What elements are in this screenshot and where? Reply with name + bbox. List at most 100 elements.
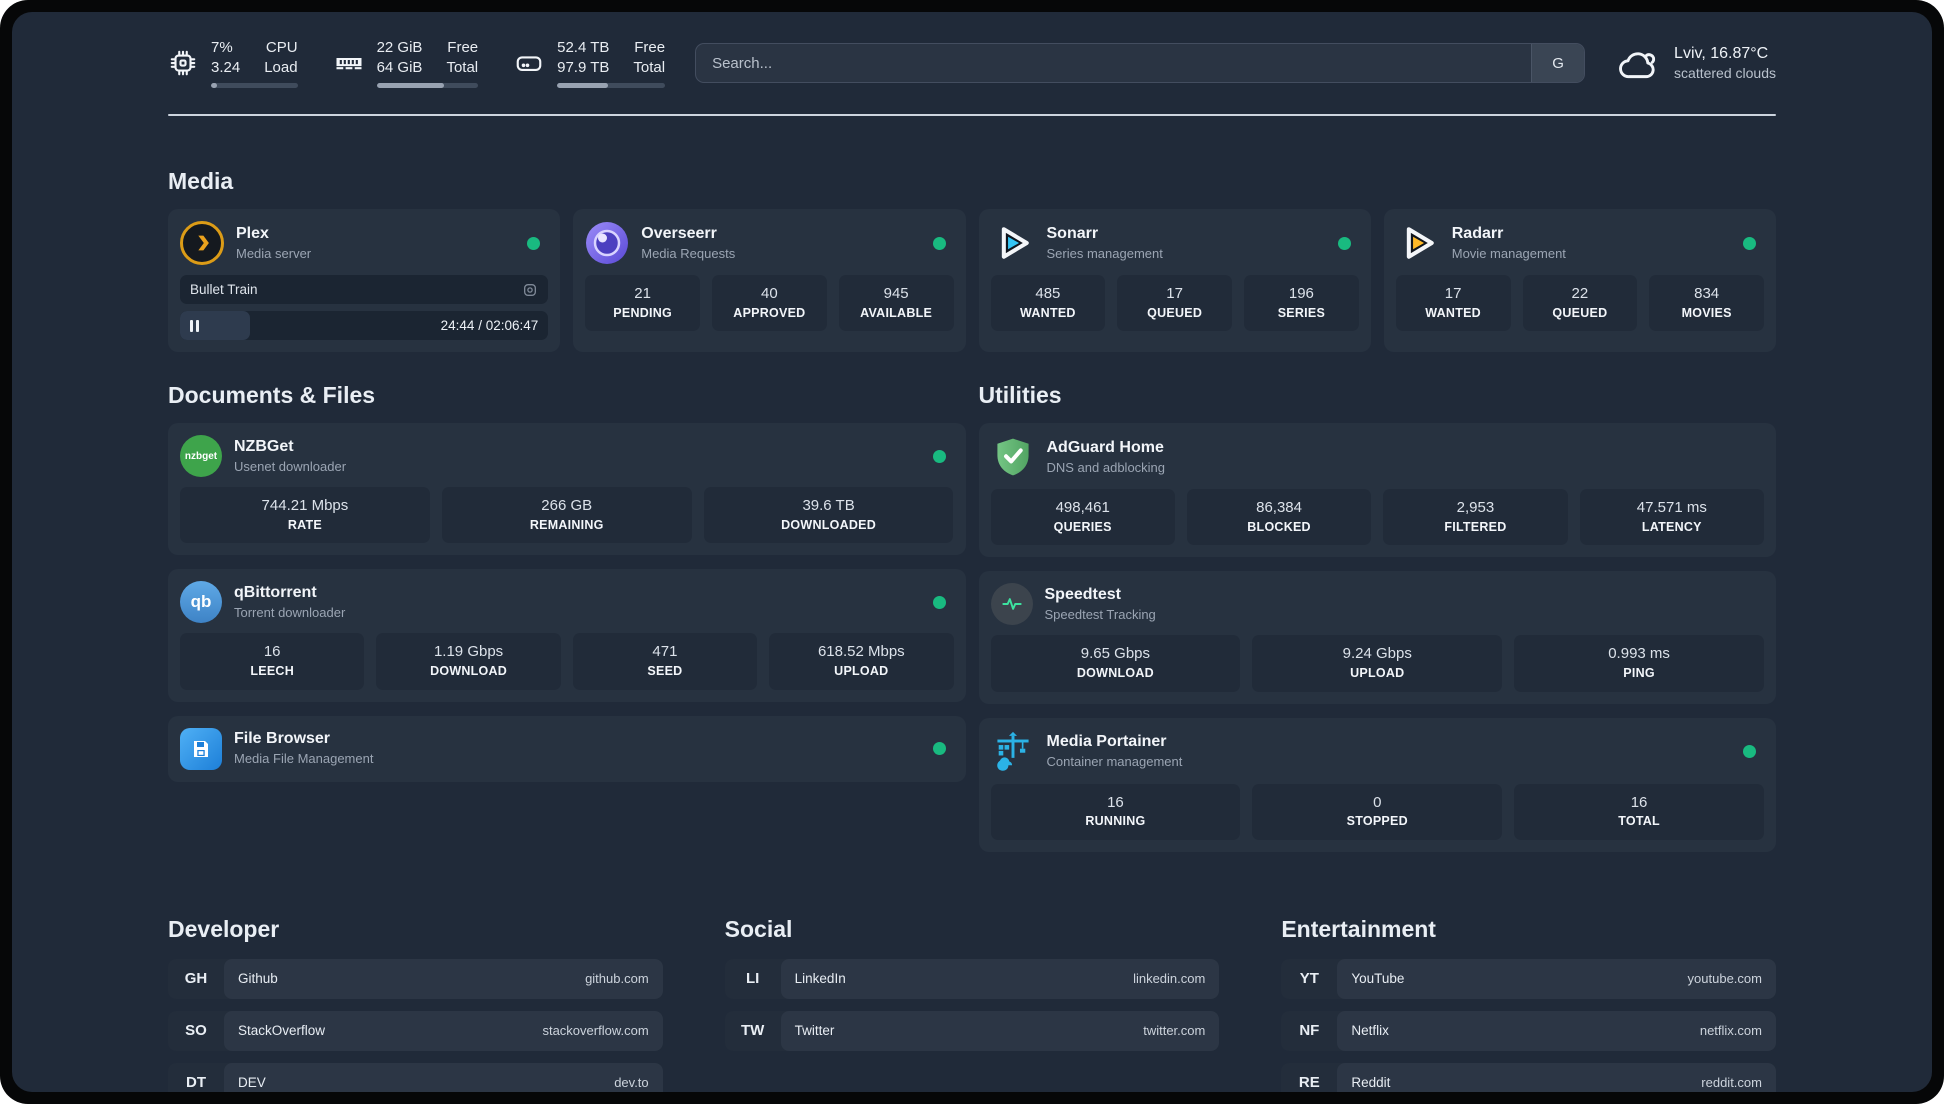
cpu-value: 7%: [211, 39, 233, 56]
cpu-load-label: Load: [264, 58, 298, 76]
now-playing-title: Bullet Train: [190, 282, 258, 297]
bookmark-youtube[interactable]: YT YouTube youtube.com: [1281, 958, 1776, 999]
card-qbittorrent[interactable]: qb qBittorrent Torrent downloader 16 LEEC…: [168, 569, 966, 702]
card-title: Speedtest: [1044, 586, 1121, 604]
stat-movies: 834 MOVIES: [1649, 275, 1764, 332]
bookmark-url: dev.to: [614, 1075, 649, 1091]
card-overseerr[interactable]: Overseerr Media Requests 21 PENDING 40 APP…: [573, 209, 966, 352]
ram-icon: [336, 58, 362, 70]
entertainment-section: Entertainment YT YouTube youtube.com NF N…: [1281, 916, 1776, 1092]
cpu-icon: [170, 50, 196, 76]
card-title: Radarr: [1451, 224, 1504, 242]
card-title: Media Portainer: [1046, 733, 1167, 751]
card-adguard[interactable]: AdGuard Home DNS and adblocking 498,461 Q…: [978, 423, 1776, 558]
stat-stopped: 0 STOPPED: [1252, 783, 1503, 840]
stat-download: 1.19 Gbps DOWNLOAD: [376, 633, 561, 690]
card-subtitle: Torrent downloader: [234, 604, 346, 620]
section-title-utilities: Utilities: [978, 382, 1062, 408]
bookmark-abbr: RE: [1298, 1074, 1320, 1092]
bookmark-url: github.com: [585, 971, 649, 987]
ram-progress-fill: [376, 83, 444, 88]
qbittorrent-icon: qb: [180, 581, 222, 624]
bookmark-url: reddit.com: [1701, 1075, 1762, 1091]
card-radarr[interactable]: Radarr Movie management 17 WANTED 22 QUEUE…: [1383, 209, 1776, 352]
card-sonarr[interactable]: Sonarr Series management 485 WANTED 17 QUE…: [978, 209, 1371, 352]
card-title: AdGuard Home: [1046, 438, 1164, 456]
stat-total: 16 TOTAL: [1514, 783, 1764, 840]
search-engine-button[interactable]: G: [1531, 44, 1585, 82]
card-title: File Browser: [234, 730, 331, 748]
stat-blocked: 86,384 BLOCKED: [1186, 489, 1372, 546]
disk-stat: 52.4 TB 97.9 TB Free Total: [514, 38, 666, 88]
sonarr-icon: [991, 221, 1035, 265]
card-title: NZBGet: [234, 437, 294, 455]
pause-icon[interactable]: [190, 319, 199, 332]
section-title-entertainment: Entertainment: [1281, 915, 1436, 942]
search-input[interactable]: [696, 44, 1532, 82]
bookmark-url: netflix.com: [1699, 1023, 1762, 1039]
stat-wanted: 485 WANTED: [990, 275, 1106, 332]
cpu-load-value: 3.24: [211, 58, 241, 76]
ram-total-value: 64 GiB: [376, 58, 423, 76]
ram-total-label: Total: [446, 58, 479, 76]
card-title: qBittorrent: [234, 584, 317, 602]
ram-free-label: Free: [447, 39, 479, 56]
card-subtitle: Series management: [1046, 245, 1163, 261]
stat-upload: 618.52 Mbps UPLOAD: [769, 633, 954, 690]
playback-progress-row: 24:44 / 02:06:47: [180, 311, 549, 340]
card-portainer[interactable]: Media Portainer Container management 16 R…: [978, 717, 1776, 852]
bookmark-name: Reddit: [1351, 1075, 1391, 1091]
status-dot: [932, 742, 946, 755]
card-subtitle: Media File Management: [234, 751, 374, 767]
stat-filtered: 2,953 FILTERED: [1383, 489, 1568, 546]
card-title: Overseerr: [641, 224, 717, 242]
bookmark-stackoverflow[interactable]: SO StackOverflow stackoverflow.com: [168, 1010, 663, 1051]
bookmark-abbr: TW: [740, 1022, 765, 1040]
status-dot: [527, 236, 541, 250]
window-frame: 7% 3.24 CPU Load 22 GiB 64 GiB Free Total: [0, 0, 1944, 1104]
bookmark-reddit[interactable]: RE Reddit reddit.com: [1281, 1062, 1776, 1092]
bookmark-name: StackOverflow: [238, 1023, 326, 1039]
media-card-row: Plex Media server Bullet Train 24:44 / 0…: [168, 209, 1776, 352]
filebrowser-icon: [180, 727, 222, 770]
session-icon[interactable]: [522, 282, 538, 298]
card-subtitle: Speedtest Tracking: [1044, 606, 1156, 622]
disk-icon: [516, 56, 542, 71]
disk-free-value: 52.4 TB: [557, 39, 610, 56]
status-dot: [932, 236, 946, 250]
stat-queries: 498,461 QUERIES: [990, 489, 1175, 546]
section-title-social: Social: [724, 915, 793, 942]
disk-free-label: Free: [634, 39, 666, 56]
section-title-developer: Developer: [168, 915, 280, 942]
bookmark-dev[interactable]: DT DEV dev.to: [168, 1062, 663, 1092]
card-speedtest[interactable]: Speedtest Speedtest Tracking 9.65 Gbps DO…: [978, 571, 1776, 704]
bookmark-github[interactable]: GH Github github.com: [168, 958, 663, 999]
section-title-documents: Documents & Files: [168, 382, 376, 408]
bookmark-abbr: NF: [1299, 1022, 1320, 1040]
weather-location: Lviv, 16.87°C: [1674, 44, 1769, 62]
card-nzbget[interactable]: nzbget NZBGet Usenet downloader 744.21 M…: [168, 423, 966, 556]
bookmark-netflix[interactable]: NF Netflix netflix.com: [1281, 1010, 1776, 1051]
bookmark-url: twitter.com: [1143, 1023, 1206, 1039]
card-filebrowser[interactable]: File Browser Media File Management: [168, 715, 966, 782]
radarr-icon: [1396, 221, 1440, 265]
bookmark-linkedin[interactable]: LI LinkedIn linkedin.com: [724, 958, 1220, 999]
weather-widget[interactable]: Lviv, 16.87°C scattered clouds: [1615, 43, 1776, 83]
header-divider: [168, 114, 1776, 116]
disk-progress-bar: [557, 83, 666, 88]
social-section: Social LI LinkedIn linkedin.com TW Twitte…: [724, 915, 1220, 1063]
card-subtitle: Media server: [236, 245, 312, 261]
bookmark-twitter[interactable]: TW Twitter twitter.com: [724, 1010, 1220, 1051]
ram-progress-bar: [376, 83, 479, 88]
stat-ping: 0.993 ms PING: [1514, 635, 1764, 692]
stat-downloaded: 39.6 TB DOWNLOADED: [703, 487, 954, 544]
bookmark-url: youtube.com: [1687, 971, 1762, 987]
stat-series: 196 SERIES: [1244, 275, 1359, 332]
bookmark-name: LinkedIn: [794, 971, 846, 987]
utilities-column: Utilities AdGuard Home DNS and adblockin…: [978, 382, 1776, 852]
bookmark-url: stackoverflow.com: [542, 1023, 649, 1039]
bookmark-abbr: GH: [184, 970, 208, 988]
bookmark-name: Twitter: [794, 1023, 835, 1039]
card-subtitle: Container management: [1046, 754, 1183, 770]
card-plex[interactable]: Plex Media server Bullet Train 24:44 / 0…: [168, 209, 561, 352]
